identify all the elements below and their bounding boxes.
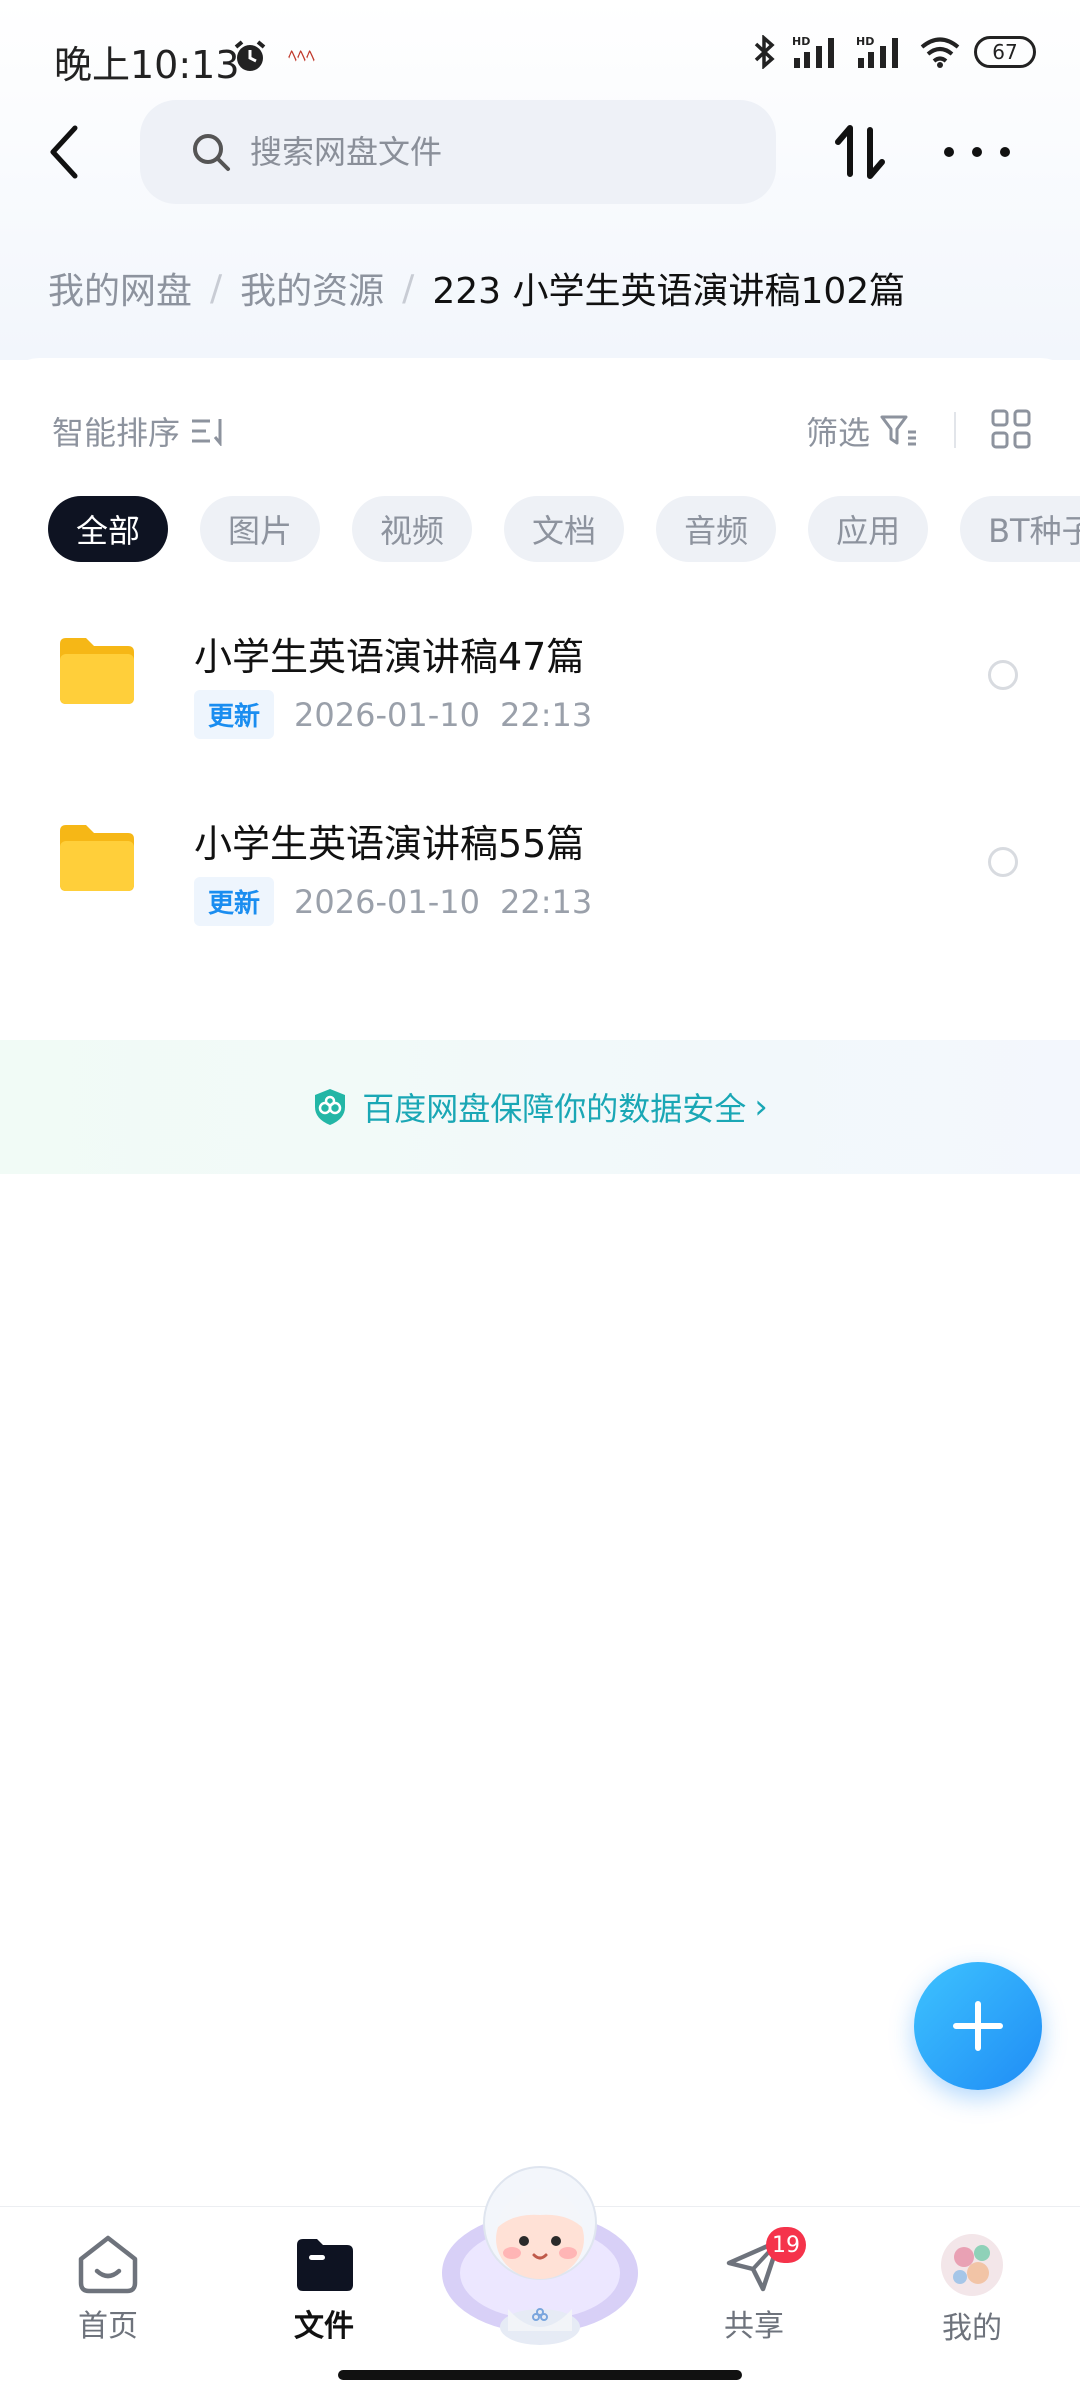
update-badge: 更新 [194,877,275,926]
file-time: 22:13 [499,882,593,921]
bluetooth-icon [754,35,775,69]
home-icon [78,2235,138,2294]
alarm-icon [234,40,266,71]
file-row[interactable]: 小学生英语演讲稿47篇 更新 2026-01-10 22:13 [0,606,1080,776]
chip-all[interactable]: 全部 [48,496,169,562]
nav-share[interactable]: 19 共享 [694,2227,814,2345]
sort-toggle-icon[interactable] [830,120,890,184]
nav-home-label: 首页 [78,2309,138,2344]
svg-text:HD: HD [856,35,874,48]
nav-me-label: 我的 [942,2311,1002,2346]
chip-videos[interactable]: 视频 [352,496,473,562]
signal-icon: HD [792,35,834,68]
file-date: 2026-01-10 [294,695,480,734]
file-date: 2026-01-10 [294,882,480,921]
search-input[interactable] [248,132,752,172]
status-time: 晚上10:13 [54,43,240,87]
file-meta: 更新 2026-01-10 22:13 [194,877,592,926]
file-meta: 更新 2026-01-10 22:13 [194,690,592,739]
smart-sort-button[interactable]: 智能排序 [52,408,226,454]
grid-view-icon[interactable] [990,408,1032,450]
select-checkbox[interactable] [988,660,1018,690]
file-name: 小学生英语演讲稿47篇 [194,635,585,679]
nav-me[interactable]: 我的 [912,2233,1032,2347]
ai-assistant-mascot-icon[interactable] [440,2155,640,2345]
breadcrumb-item[interactable]: 我的网盘 [48,262,192,314]
chip-bt-torrents[interactable]: BT种子 [960,496,1080,562]
search-icon [193,134,230,171]
security-text: 百度网盘保障你的数据安全 [362,1090,747,1128]
chip-images[interactable]: 图片 [200,496,321,562]
avatar [941,2234,1003,2296]
back-button[interactable] [36,120,92,184]
files-icon [297,2239,353,2291]
chip-audio[interactable]: 音频 [656,496,777,562]
file-row[interactable]: 小学生英语演讲稿55篇 更新 2026-01-10 22:13 [0,793,1080,963]
update-badge: 更新 [194,690,275,739]
wifi-icon [920,37,960,68]
signal-icon-2: HD [856,35,898,68]
file-type-filter-chips: 全部 图片 视频 文档 音频 应用 BT种子 [48,496,1080,562]
search-bar[interactable] [140,100,776,204]
home-indicator [338,2370,742,2380]
nav-files-label: 文件 [294,2309,354,2344]
nav-share-label: 共享 [724,2309,784,2344]
nav-files[interactable]: 文件 [264,2233,384,2345]
select-checkbox[interactable] [988,847,1018,877]
status-bar: 晚上10:13 ﾍﾍﾍ HD HD 67 [0,0,1080,110]
share-notification-badge: 19 [766,2227,806,2263]
chip-documents[interactable]: 文档 [504,496,625,562]
folder-icon [60,825,134,891]
back-arrow-icon [50,125,78,179]
chevron-right-icon: › [754,1087,768,1127]
file-time: 22:13 [499,695,593,734]
breadcrumb-current: 223 小学生英语演讲稿102篇 [432,271,906,312]
filter-button[interactable]: 筛选 [806,408,918,454]
chip-apps[interactable]: 应用 [808,496,929,562]
svg-text:HD: HD [792,35,810,48]
file-name: 小学生英语演讲稿55篇 [194,822,585,866]
breadcrumb-separator: / [402,267,415,309]
plus-icon [953,2001,1003,2051]
add-button[interactable] [914,1962,1042,2090]
more-dot-icon [972,147,982,157]
more-options-button[interactable] [944,120,1010,184]
more-dot-icon [944,147,954,157]
sort-label: 智能排序 [52,414,181,452]
sort-lines-icon [192,419,222,446]
breadcrumb-separator: / [210,267,223,309]
filter-label: 筛选 [806,414,871,452]
folder-icon [60,638,134,704]
security-banner[interactable]: 百度网盘保障你的数据安全 › [0,1040,1080,1174]
status-icons: HD HD 67 [752,34,1036,70]
notification-icon: ﾍﾍﾍ [288,46,315,67]
security-shield-icon [315,1089,346,1125]
battery-indicator: 67 [974,36,1036,68]
nav-home[interactable]: 首页 [48,2233,168,2345]
breadcrumb: 我的网盘 / 我的资源 / 223 小学生英语演讲稿102篇 [48,262,905,314]
breadcrumb-item[interactable]: 我的资源 [240,262,384,314]
more-dot-icon [1000,147,1010,157]
filter-icon [880,415,917,446]
toolbar-divider [954,412,956,448]
